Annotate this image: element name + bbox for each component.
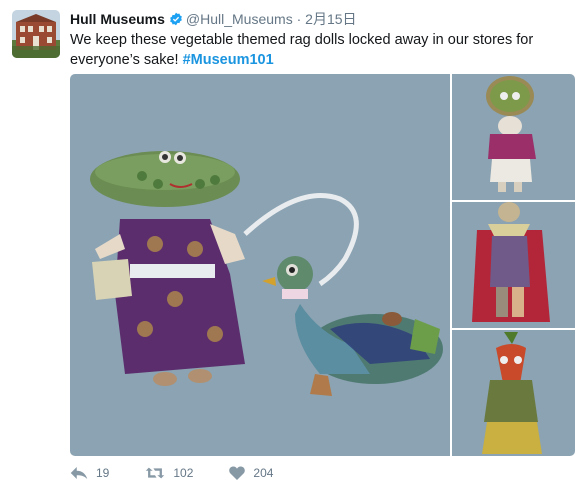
like-count: 204 (253, 466, 274, 480)
tweet-text: We keep these vegetable themed rag dolls… (70, 30, 575, 70)
museum-building-image (12, 10, 60, 58)
tweet-date[interactable]: 2月15日 (305, 11, 356, 27)
user-handle[interactable]: @Hull_Museums (186, 11, 293, 27)
verified-badge-icon (169, 12, 183, 30)
display-name[interactable]: Hull Museums (70, 11, 165, 27)
media-grid (70, 74, 575, 456)
profile-avatar[interactable] (12, 10, 60, 58)
reply-count: 19 (96, 466, 110, 480)
reply-icon (70, 467, 88, 479)
reply-button[interactable]: 19 (70, 466, 109, 480)
retweet-button[interactable]: 102 (145, 466, 193, 480)
tweet-header: Hull Museums @Hull_Museums · 2月15日 (70, 10, 579, 30)
tweet-body: We keep these vegetable themed rag dolls… (70, 32, 534, 68)
photo-main-doll-and-bird[interactable] (70, 74, 450, 456)
like-button[interactable]: 204 (229, 466, 273, 480)
separator-dot: · (296, 11, 302, 27)
heart-icon (229, 466, 246, 480)
photo-cloaked-doll[interactable] (452, 202, 575, 328)
retweet-icon (146, 467, 165, 479)
retweet-count: 102 (173, 466, 194, 480)
photo-onion-doll[interactable] (452, 74, 575, 200)
photo-carrot-doll[interactable] (452, 330, 575, 456)
tweet-actions: 19 102 204 (70, 462, 309, 484)
hashtag-link[interactable]: #Museum101 (183, 52, 274, 68)
